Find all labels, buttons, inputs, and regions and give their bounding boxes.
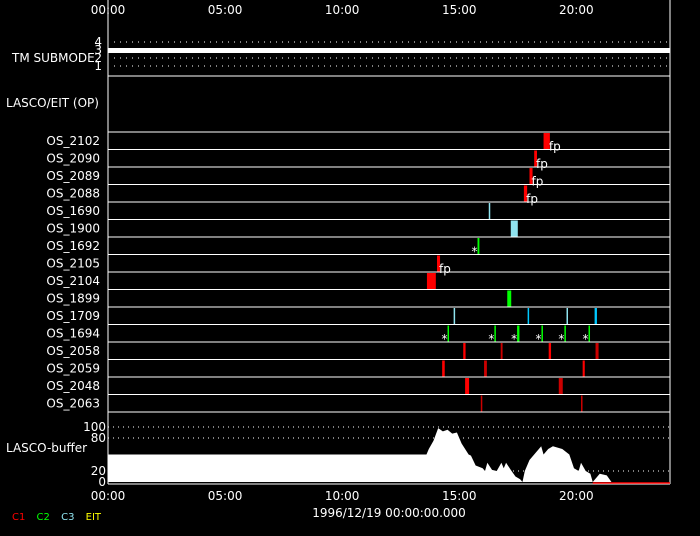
event-bar — [548, 343, 552, 359]
top-time-tick: 15:00 — [442, 3, 477, 17]
star-marker: * — [442, 332, 448, 346]
row-label-os-2063: OS_2063 — [46, 397, 100, 411]
star-marker: * — [535, 332, 541, 346]
legend-c3: C3 — [61, 512, 75, 523]
row-label-os-1694: OS_1694 — [46, 327, 100, 341]
row-label-os-2088: OS_2088 — [46, 187, 100, 201]
date-label: 1996/12/19 00:00:00.000 — [312, 506, 466, 520]
event-bar — [465, 378, 470, 394]
row-label-os-2089: OS_2089 — [46, 169, 100, 183]
event-bar — [566, 308, 568, 324]
legend-c2: C2 — [36, 512, 50, 523]
row-label-os-1709: OS_1709 — [46, 309, 100, 323]
tm-submode-label: TM SUBMODE — [11, 51, 95, 65]
event-bar — [582, 360, 585, 377]
tm-submode-tick: 1 — [94, 59, 102, 73]
row-label-os-2090: OS_2090 — [46, 152, 100, 166]
top-time-tick: 05:00 — [208, 3, 243, 17]
timeline-plot: 00:00 00:00 05:00 05:00 10:00 10:00 15:00 15:00… — [6, 0, 671, 520]
fp-marker: fp — [439, 262, 451, 276]
top-time-tick: 10:00 — [325, 3, 360, 17]
star-marker: * — [558, 332, 564, 346]
bottom-time-tick: 15:00 — [442, 489, 477, 503]
event-bar — [517, 325, 520, 342]
row-label-os-2104: OS_2104 — [46, 274, 100, 288]
star-marker: * — [583, 332, 589, 346]
event-bar — [477, 238, 480, 254]
star-marker: * — [488, 332, 494, 346]
event-bar — [558, 378, 563, 394]
event-bar — [453, 308, 456, 324]
row-label-os-1692: OS_1692 — [46, 239, 100, 253]
tm-submode-value-bar — [108, 48, 670, 53]
bottom-time-tick: 05:00 — [208, 489, 243, 503]
event-bar — [510, 220, 518, 237]
legend-eit: EIT — [85, 512, 102, 523]
row-label-os-2102: OS_2102 — [46, 134, 100, 148]
fp-marker: fp — [549, 140, 561, 154]
event-bar — [500, 343, 503, 359]
bottom-time-tick: 00:00 — [91, 489, 126, 503]
star-marker: * — [511, 332, 517, 346]
row-label-os-2105: OS_2105 — [46, 257, 100, 271]
top-time-tick: 00:00 — [91, 3, 126, 17]
fp-marker: fp — [532, 175, 544, 189]
legend: C1 C2 C3 EIT — [12, 512, 109, 523]
lasco-timeline-chart: 00:00 00:00 05:00 05:00 10:00 10:00 15:00 15:00… — [0, 0, 700, 532]
event-bar — [588, 325, 591, 342]
bottom-time-tick: 20:00 — [559, 489, 594, 503]
section-label: LASCO/EIT (OP) — [6, 96, 99, 110]
row-label-os-2059: OS_2059 — [46, 362, 100, 376]
event-bar — [594, 308, 597, 324]
legend-c1: C1 — [12, 512, 26, 523]
row-label-os-1899: OS_1899 — [46, 292, 100, 306]
top-time-tick: 20:00 — [559, 3, 594, 17]
buffer-label: LASCO-buffer — [6, 441, 87, 455]
event-bar — [480, 395, 483, 412]
fp-marker: fp — [536, 157, 548, 171]
buffer-y-tick: 0 — [98, 475, 106, 489]
event-bar — [484, 360, 487, 377]
event-bar — [442, 360, 445, 377]
event-bar — [507, 290, 512, 307]
buffer-y-tick: 80 — [91, 431, 106, 445]
row-label-os-1900: OS_1900 — [46, 222, 100, 236]
buffer-area — [108, 428, 670, 482]
event-bar — [463, 343, 466, 359]
row-label-os-1690: OS_1690 — [46, 204, 100, 218]
event-bar — [527, 308, 530, 324]
event-bar — [426, 273, 436, 289]
row-label-os-2058: OS_2058 — [46, 344, 100, 358]
event-bar — [581, 395, 583, 412]
event-bar — [494, 325, 496, 342]
row-label-os-2048: OS_2048 — [46, 379, 100, 393]
event-bar — [488, 203, 491, 219]
bottom-time-tick: 10:00 — [325, 489, 360, 503]
event-bar — [595, 343, 599, 359]
event-bar — [447, 325, 450, 342]
event-bar — [564, 325, 566, 342]
star-marker: * — [472, 245, 478, 259]
event-bar — [541, 325, 543, 342]
fp-marker: fp — [526, 192, 538, 206]
